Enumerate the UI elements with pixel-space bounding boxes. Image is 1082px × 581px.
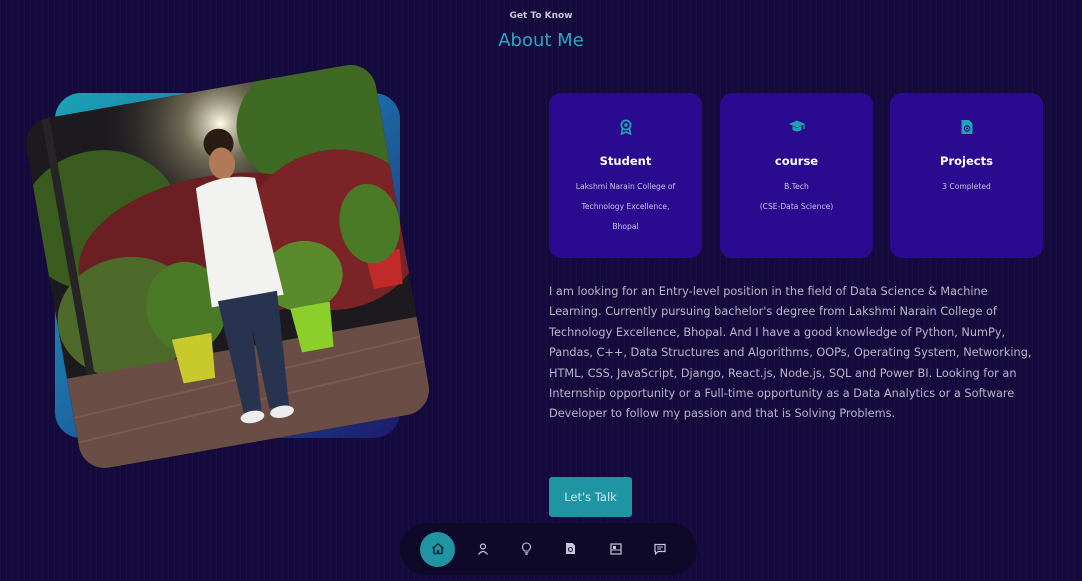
message-icon: [653, 540, 666, 559]
card-line: Technology Excellence,: [581, 202, 670, 211]
card-line: Lakshmi Narain College of: [575, 182, 676, 191]
bottom-nav: [400, 523, 697, 575]
card-title: Projects: [940, 154, 993, 168]
card-subtitle: 3 Completed: [904, 177, 1029, 197]
card-title: Student: [599, 154, 652, 168]
home-icon: [431, 540, 445, 559]
card-title: course: [774, 154, 819, 168]
project-file-icon: [890, 119, 1043, 135]
about-paragraph: I am looking for an Entry-level position…: [549, 285, 1032, 421]
graduation-cap-icon: [720, 119, 873, 135]
user-icon: [477, 540, 489, 559]
card-line: B.Tech: [784, 182, 809, 191]
card-line: 3 Completed: [942, 182, 991, 191]
nav-home[interactable]: [420, 532, 455, 567]
card-subtitle: B.Tech (CSE-Data Science): [734, 177, 859, 217]
section-title: About Me: [498, 30, 584, 51]
document-icon: [565, 540, 576, 559]
nav-skills[interactable]: [509, 532, 544, 567]
nav-contact[interactable]: [642, 532, 677, 567]
profile-photo-frame: [21, 60, 434, 473]
card-line: (CSE-Data Science): [759, 202, 834, 211]
nav-portfolio[interactable]: [598, 532, 633, 567]
nav-resume[interactable]: [553, 532, 588, 567]
card-line: Bhopal: [612, 222, 639, 231]
award-icon: [549, 119, 702, 135]
lightbulb-icon: [521, 540, 532, 559]
info-cards: Student Lakshmi Narain College of Techno…: [549, 93, 1043, 258]
card-student: Student Lakshmi Narain College of Techno…: [549, 93, 702, 258]
card-projects: Projects 3 Completed: [890, 93, 1043, 258]
nav-about[interactable]: [465, 532, 500, 567]
card-course: course B.Tech (CSE-Data Science): [720, 93, 873, 258]
profile-photo: [21, 60, 434, 473]
lets-talk-button[interactable]: Let's Talk: [549, 477, 632, 517]
card-subtitle: Lakshmi Narain College of Technology Exc…: [563, 177, 688, 237]
eyebrow-text: Get To Know: [509, 11, 573, 21]
portfolio-icon: [609, 540, 622, 559]
